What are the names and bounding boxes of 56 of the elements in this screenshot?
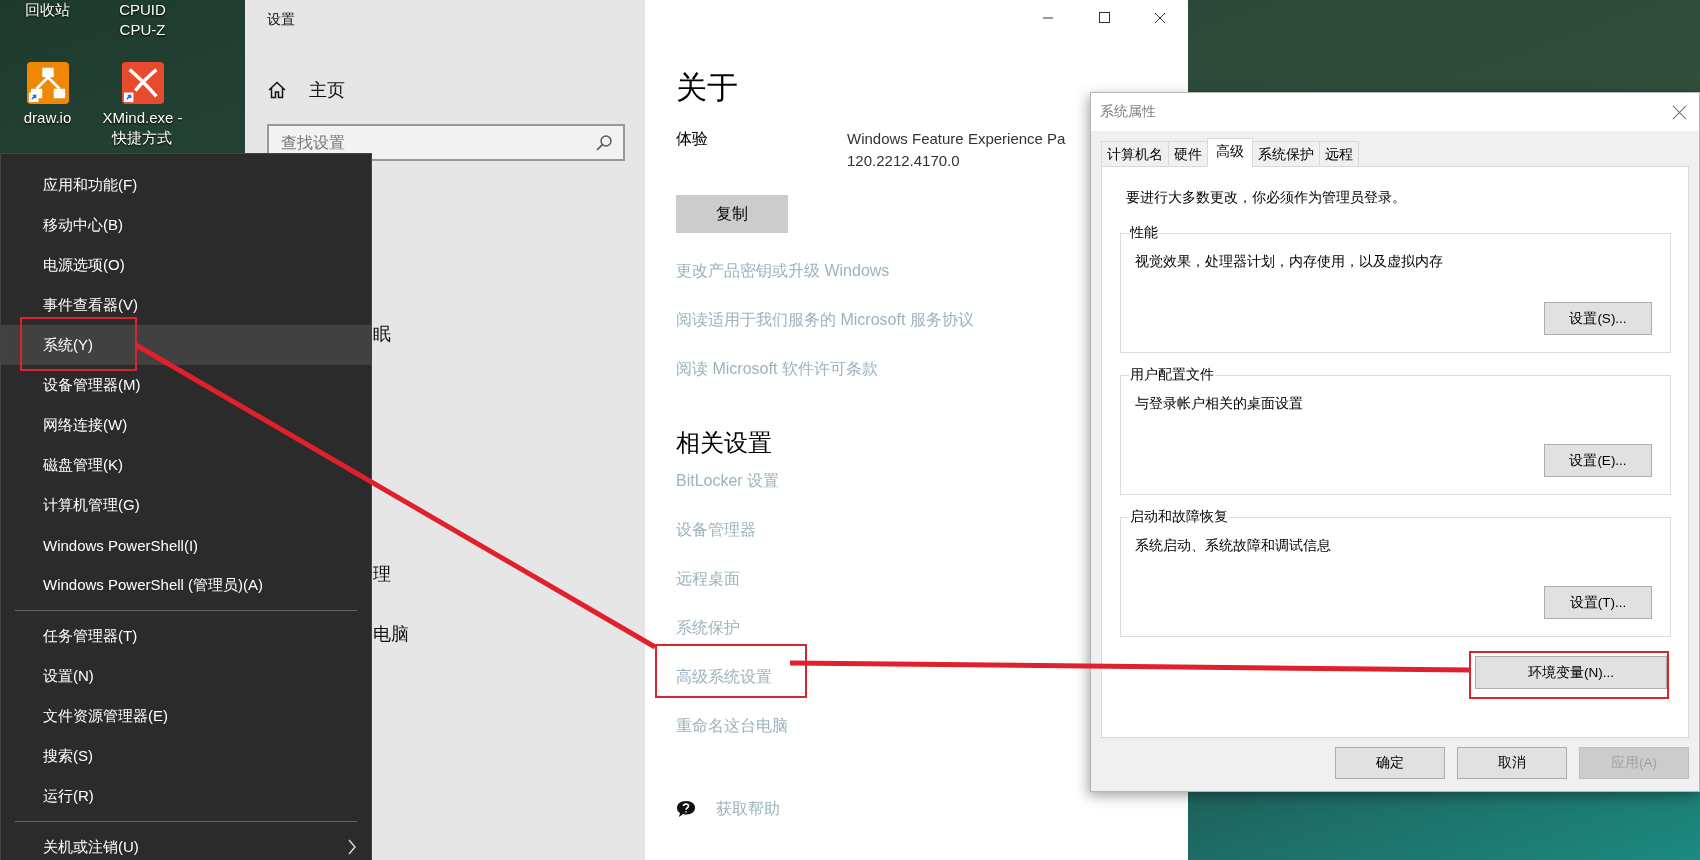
menu-item[interactable]: 设置(N) [1,656,371,696]
section-heading: 相关设置 [676,428,773,458]
admin-notice: 要进行大多数更改，你必须作为管理员登录。 [1125,189,1407,207]
cross-logo-app-icon[interactable] [121,62,164,104]
dialog-button[interactable]: 确定 [1335,747,1445,779]
settings-button[interactable]: 设置(T)... [1544,586,1652,619]
menu-item[interactable]: 磁盘管理(K) [1,445,371,485]
menu-item[interactable]: 搜索(S) [1,736,371,776]
home-link[interactable]: 主页 [309,78,345,102]
menu-item[interactable]: Windows PowerShell(I) [1,525,371,565]
desktop-icon-label[interactable]: 回收站 [25,0,70,20]
menu-item[interactable]: 事件查看器(V) [1,285,371,325]
desktop-icon-label[interactable]: XMind.exe - 快捷方式 [102,108,183,148]
dialog-tab[interactable]: 计算机名 [1101,141,1169,166]
group-description: 系统启动、系统故障和调试信息 [1135,537,1332,555]
menu-item[interactable]: Windows PowerShell (管理员)(A) [1,565,371,605]
menu-item[interactable]: 移动中心(B) [1,205,371,245]
close-icon[interactable] [1672,104,1687,120]
dialog-tab[interactable]: 高级 [1207,138,1253,167]
menu-item[interactable]: 电源选项(O) [1,245,371,285]
dialog-tab[interactable]: 远程 [1319,141,1359,166]
window-title: 设置 [267,10,296,29]
diagram-app-icon[interactable] [26,62,69,104]
group-title: 性能 [1129,224,1159,242]
nav-item[interactable]: 眠 [373,322,391,346]
nav-item[interactable]: 理 [373,562,391,586]
menu-item[interactable]: 设备管理器(M) [1,365,371,405]
environment-variables-button[interactable]: 环境变量(N)... [1475,656,1667,689]
dialog-button[interactable]: 取消 [1457,747,1567,779]
search-field[interactable]: 查找设置 [267,124,625,161]
menu-item[interactable]: 文件资源管理器(E) [1,696,371,736]
chevron-right-icon [347,839,357,855]
menu-item[interactable]: 计算机管理(G) [1,485,371,525]
copy-button[interactable]: 复制 [676,195,788,233]
spec-label: 体验 [676,129,709,149]
page-title: 关于 [676,69,739,107]
group-description: 视觉效果，处理器计划，内存使用，以及虚拟内存 [1135,253,1444,271]
menu-item[interactable]: 网络连接(W) [1,405,371,445]
menu-item[interactable]: 运行(R) [1,776,371,816]
nav-item[interactable]: 电脑 [373,622,409,646]
menu-item[interactable]: 关机或注销(U) [1,827,371,860]
menu-item[interactable]: 应用和功能(F) [1,165,371,205]
desktop-icon-label[interactable]: draw.io [23,108,72,128]
group-title: 启动和故障恢复 [1129,508,1229,526]
group-description: 与登录帐户相关的桌面设置 [1135,395,1304,413]
help-chat-icon[interactable] [676,799,698,819]
search-icon[interactable] [595,134,613,152]
desktop-icon-label[interactable]: CPUID CPU-Z [119,0,166,40]
settings-button[interactable]: 设置(S)... [1544,302,1652,335]
group-title: 用户配置文件 [1129,366,1215,384]
settings-button[interactable]: 设置(E)... [1544,444,1652,477]
spec-value: Windows Feature Experience Pa 120.2212.4170.0 [847,129,1066,171]
menu-item[interactable]: 系统(Y) [1,325,371,365]
home-icon[interactable] [267,80,287,100]
menu-item[interactable]: 任务管理器(T) [1,616,371,656]
dialog-title: 系统属性 [1100,103,1156,121]
